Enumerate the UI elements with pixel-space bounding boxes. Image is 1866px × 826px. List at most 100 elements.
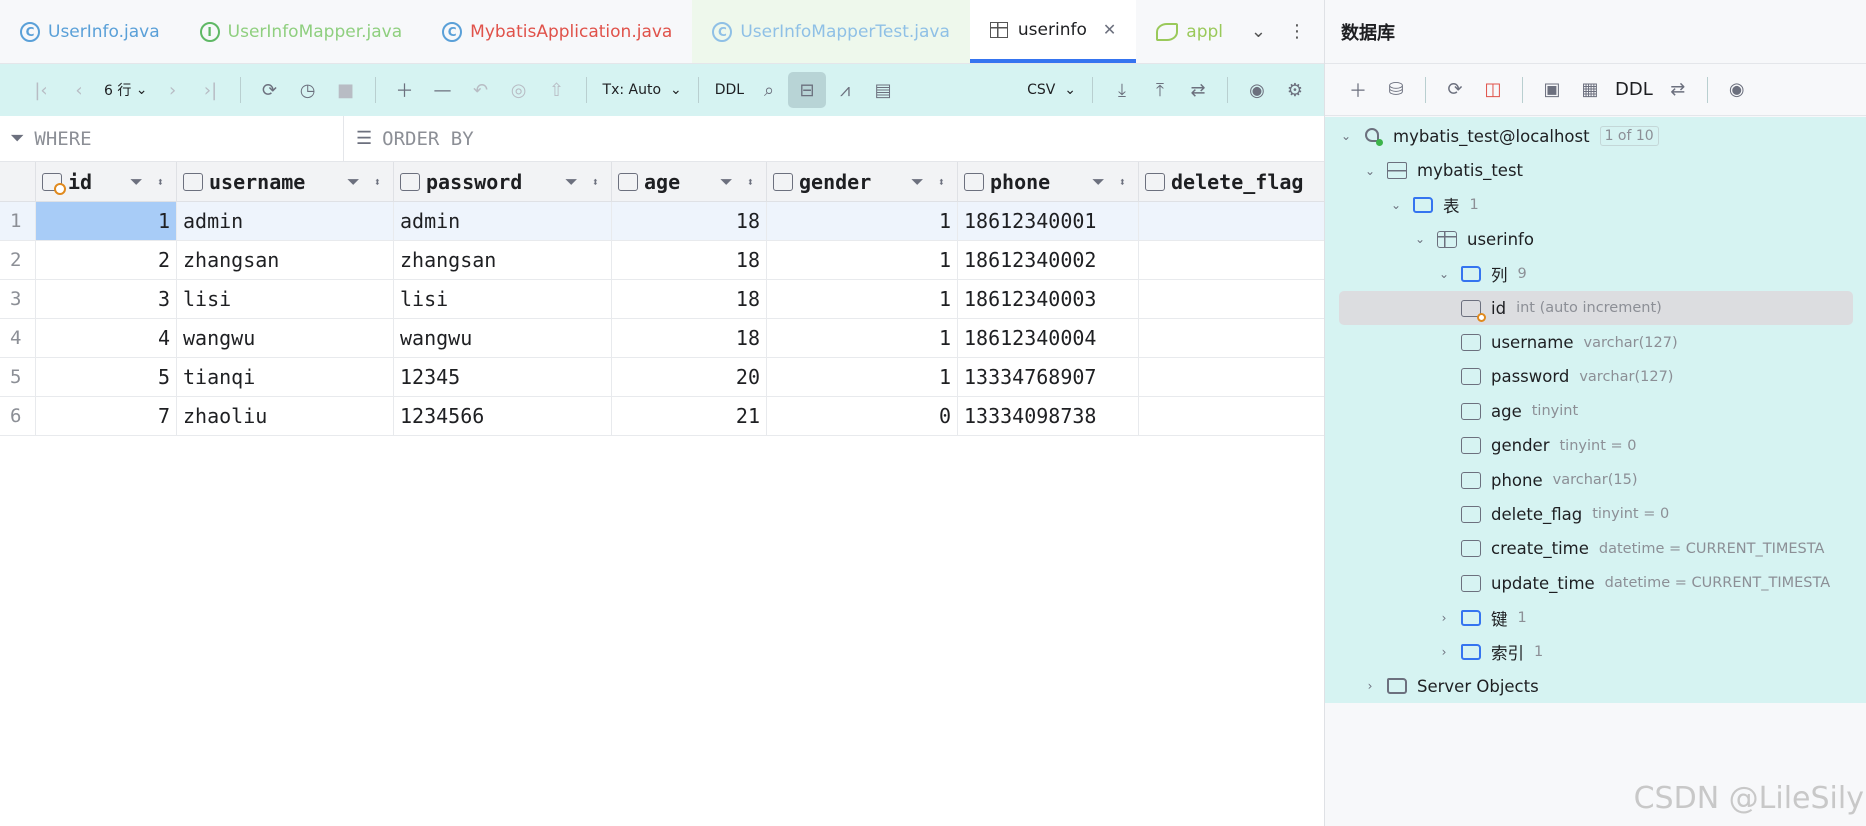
delete-row-icon[interactable]: —	[424, 72, 462, 108]
tree-node-table-userinfo[interactable]: ⌄ userinfo	[1325, 222, 1866, 256]
chevron-right-icon[interactable]: ›	[1435, 611, 1453, 625]
cell-username[interactable]: wangwu	[177, 319, 394, 357]
row-number[interactable]: 6	[0, 397, 36, 435]
column-header-gender[interactable]: gender ⏷ ⬍	[767, 162, 958, 201]
download-icon[interactable]: ⤓	[1103, 72, 1141, 108]
tree-node-column[interactable]: update_time datetime = CURRENT_TIMESTA	[1325, 566, 1866, 600]
tab-userinfo-java[interactable]: C UserInfo.java	[0, 0, 180, 63]
cell-password[interactable]: lisi	[394, 280, 612, 318]
cell-phone[interactable]: 18612340001	[958, 202, 1139, 240]
column-header-username[interactable]: username ⏷ ⬍	[177, 162, 394, 201]
column-header-delete-flag[interactable]: delete_flag	[1139, 162, 1324, 201]
revert-icon[interactable]: ↶	[462, 72, 500, 108]
sort-icon[interactable]: ⬍	[1119, 175, 1126, 189]
datasource-properties-icon[interactable]: ⛁	[1377, 72, 1415, 108]
tree-node-tables-folder[interactable]: ⌄ 表 1	[1325, 188, 1866, 222]
where-filter[interactable]: ⏷ WHERE	[0, 116, 344, 161]
row-number[interactable]: 3	[0, 280, 36, 318]
cell-username[interactable]: zhangsan	[177, 241, 394, 279]
cell-password[interactable]: admin	[394, 202, 612, 240]
more-icon[interactable]: ⋮	[1288, 21, 1306, 42]
close-icon[interactable]: ✕	[1103, 20, 1116, 39]
chevron-down-icon[interactable]: ⌄	[1251, 21, 1266, 42]
eye-icon[interactable]: ◉	[1238, 72, 1276, 108]
cell-username[interactable]: admin	[177, 202, 394, 240]
tab-application-config[interactable]: appl	[1136, 0, 1227, 63]
cell-phone[interactable]: 13334098738	[958, 397, 1139, 435]
cell-id[interactable]: 1	[36, 202, 177, 240]
cell-username[interactable]: tianqi	[177, 358, 394, 396]
sort-icon[interactable]: ⬍	[157, 175, 164, 189]
column-header-phone[interactable]: phone ⏷ ⬍	[958, 162, 1139, 201]
tree-node-column[interactable]: delete_flag tinyint = 0	[1325, 497, 1866, 531]
rows-selector[interactable]: 6 行 ⌄	[98, 72, 154, 108]
table-row[interactable]: 6 7 zhaoliu 1234566 21 0 13334098738	[0, 397, 1324, 436]
order-by-filter[interactable]: ☰ ORDER BY	[344, 116, 474, 161]
filter-icon[interactable]: ⊟	[788, 72, 827, 108]
table-row[interactable]: 2 2 zhangsan zhangsan 18 1 18612340002	[0, 241, 1324, 280]
table-row[interactable]: 4 4 wangwu wangwu 18 1 18612340004	[0, 319, 1324, 358]
tree-node-column[interactable]: create_time datetime = CURRENT_TIMESTA	[1325, 532, 1866, 566]
tree-node-column[interactable]: id int (auto increment)	[1339, 290, 1853, 326]
cell-id[interactable]: 3	[36, 280, 177, 318]
chart-icon[interactable]: ⩘	[826, 72, 864, 108]
cell-password[interactable]: wangwu	[394, 319, 612, 357]
table-view-icon[interactable]: ▦	[1571, 72, 1609, 108]
preview-icon[interactable]: ◎	[500, 72, 538, 108]
tx-mode-selector[interactable]: Tx: Auto ⌄	[597, 72, 688, 108]
cell-username[interactable]: zhaoliu	[177, 397, 394, 435]
cell-gender[interactable]: 0	[767, 397, 958, 435]
column-header-age[interactable]: age ⏷ ⬍	[612, 162, 767, 201]
cell-delete-flag[interactable]	[1139, 358, 1324, 396]
tree-node-column[interactable]: gender tinyint = 0	[1325, 429, 1866, 463]
cell-username[interactable]: lisi	[177, 280, 394, 318]
cell-gender[interactable]: 1	[767, 241, 958, 279]
cell-phone[interactable]: 18612340004	[958, 319, 1139, 357]
tree-node-server-objects[interactable]: › Server Objects	[1325, 669, 1866, 703]
cell-password[interactable]: 1234566	[394, 397, 612, 435]
sort-icon[interactable]: ⬍	[592, 175, 599, 189]
cell-age[interactable]: 18	[612, 319, 767, 357]
tree-node-schema[interactable]: ⌄ mybatis_test	[1325, 153, 1866, 187]
filter-icon[interactable]: ⏷	[911, 172, 924, 192]
cell-phone[interactable]: 18612340002	[958, 241, 1139, 279]
column-header-password[interactable]: password ⏷ ⬍	[394, 162, 612, 201]
tree-node-columns-folder[interactable]: ⌄ 列 9	[1325, 257, 1866, 291]
chevron-right-icon[interactable]: ›	[1361, 679, 1379, 693]
cell-id[interactable]: 7	[36, 397, 177, 435]
refresh-icon[interactable]: ⟳	[251, 72, 289, 108]
cell-age[interactable]: 18	[612, 241, 767, 279]
cell-id[interactable]: 4	[36, 319, 177, 357]
refresh-icon[interactable]: ⟳	[1436, 72, 1474, 108]
prev-page-icon[interactable]: ‹	[60, 72, 98, 108]
history-icon[interactable]: ◷	[289, 72, 327, 108]
eye-icon[interactable]: ◉	[1718, 72, 1756, 108]
chevron-down-icon[interactable]: ⌄	[1337, 129, 1355, 143]
compare-icon[interactable]: ⇄	[1179, 72, 1217, 108]
chevron-down-icon[interactable]: ⌄	[1361, 164, 1379, 178]
cell-delete-flag[interactable]	[1139, 319, 1324, 357]
cell-age[interactable]: 18	[612, 280, 767, 318]
filter-icon[interactable]: ⏷	[720, 172, 733, 192]
table-row[interactable]: 3 3 lisi lisi 18 1 18612340003	[0, 280, 1324, 319]
cell-password[interactable]: 12345	[394, 358, 612, 396]
cell-delete-flag[interactable]	[1139, 280, 1324, 318]
view-settings-icon[interactable]: ▤	[864, 72, 902, 108]
cell-phone[interactable]: 18612340003	[958, 280, 1139, 318]
tab-userinfomapper-java[interactable]: I UserInfoMapper.java	[180, 0, 423, 63]
cell-delete-flag[interactable]	[1139, 397, 1324, 435]
cell-password[interactable]: zhangsan	[394, 241, 612, 279]
corner-cell[interactable]	[0, 162, 36, 201]
ddl-button[interactable]: DDL	[709, 72, 750, 108]
first-page-icon[interactable]: |‹	[22, 72, 60, 108]
stop-icon[interactable]: ■	[327, 72, 365, 108]
add-row-icon[interactable]: ＋	[386, 72, 424, 108]
tree-node-column[interactable]: password varchar(127)	[1325, 360, 1866, 394]
cell-gender[interactable]: 1	[767, 202, 958, 240]
row-number[interactable]: 4	[0, 319, 36, 357]
tab-userinfo-table[interactable]: userinfo ✕	[969, 0, 1137, 63]
tree-node-column[interactable]: phone varchar(15)	[1325, 463, 1866, 497]
tree-node-datasource[interactable]: ⌄ mybatis_test@localhost 1 of 10	[1325, 119, 1866, 153]
disconnect-icon[interactable]: ◫	[1474, 72, 1512, 108]
cell-id[interactable]: 5	[36, 358, 177, 396]
